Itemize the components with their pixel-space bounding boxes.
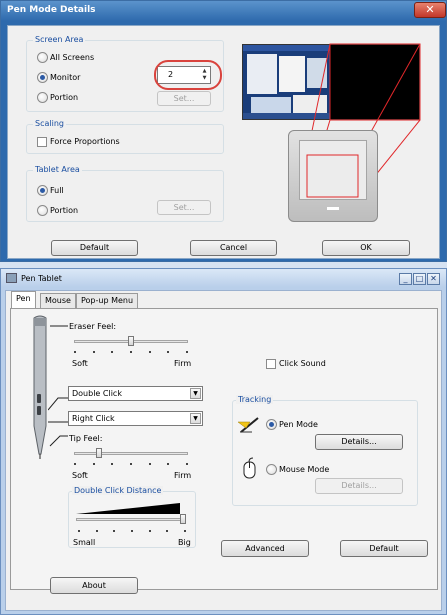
- dropdown-arrow-icon[interactable]: ▼: [190, 388, 201, 399]
- tab-pen[interactable]: Pen: [11, 291, 36, 309]
- distance-wedge-icon: [76, 503, 180, 514]
- mouse-mode-details-button[interactable]: Details...: [315, 478, 403, 494]
- tip-feel-track[interactable]: [74, 452, 188, 455]
- pen-icon: [33, 315, 47, 459]
- tablet-portion-label: Portion: [50, 206, 79, 215]
- pen-leader-lines: [48, 325, 68, 447]
- app-icon: [6, 273, 17, 283]
- click-sound-checkbox[interactable]: [266, 359, 276, 369]
- eraser-feel-label: Eraser Feel:: [69, 322, 117, 331]
- lower-side-switch-select[interactable]: Right Click ▼: [68, 411, 203, 426]
- eraser-firm-label: Firm: [174, 359, 192, 368]
- tablet-mapped-area: [306, 154, 359, 198]
- tip-feel-label: Tip Feel:: [69, 434, 103, 443]
- tablet-full-label: Full: [50, 186, 64, 195]
- mouse-mode-label: Mouse Mode: [279, 465, 330, 474]
- tip-firm-label: Firm: [174, 471, 192, 480]
- double-click-distance-track[interactable]: [76, 518, 186, 521]
- distance-big-label: Big: [178, 538, 191, 547]
- eraser-feel-ticks: [74, 351, 188, 353]
- maximize-button[interactable]: □: [413, 273, 426, 285]
- force-proportions-checkbox[interactable]: [37, 137, 47, 147]
- tablet-area-legend: Tablet Area: [33, 165, 82, 174]
- default-button[interactable]: Default: [340, 540, 428, 557]
- tip-soft-label: Soft: [72, 471, 88, 480]
- mouse-icon: [243, 457, 256, 479]
- monitor-radio[interactable]: [37, 72, 48, 83]
- pen-mode-label: Pen Mode: [279, 420, 318, 429]
- all-screens-label: All Screens: [50, 53, 95, 62]
- mouse-mode-radio[interactable]: [266, 464, 277, 475]
- lower-side-switch-value: Right Click: [72, 414, 115, 423]
- upper-side-switch-select[interactable]: Double Click ▼: [68, 386, 203, 401]
- close-button[interactable]: ✕: [427, 273, 440, 285]
- pen-mode-radio[interactable]: [266, 419, 277, 430]
- ok-button[interactable]: OK: [322, 240, 410, 256]
- advanced-button[interactable]: Advanced: [221, 540, 309, 557]
- tracking-legend: Tracking: [236, 395, 274, 404]
- pen-mode-details-button[interactable]: Details...: [315, 434, 403, 450]
- distance-small-label: Small: [73, 538, 96, 547]
- dropdown-arrow-icon[interactable]: ▼: [190, 413, 201, 424]
- screen-set-button[interactable]: Set...: [157, 91, 211, 106]
- highlight-circle: [154, 60, 222, 90]
- double-click-distance-ticks: [78, 530, 186, 532]
- eraser-soft-label: Soft: [72, 359, 88, 368]
- tablet-set-button[interactable]: Set...: [157, 200, 211, 215]
- monitor-label: Monitor: [50, 73, 81, 82]
- minimize-button[interactable]: _: [399, 273, 412, 285]
- default-button[interactable]: Default: [51, 240, 138, 256]
- tablet-logo: [327, 207, 339, 210]
- window-title: Pen Mode Details: [7, 5, 96, 15]
- tab-popup-menu[interactable]: Pop-up Menu: [76, 293, 139, 308]
- tablet-full-radio[interactable]: [37, 185, 48, 196]
- pen-mode-icon: [238, 417, 259, 433]
- eraser-feel-thumb[interactable]: [128, 336, 134, 346]
- screen-area-legend: Screen Area: [33, 35, 86, 44]
- force-proportions-label: Force Proportions: [50, 137, 120, 146]
- about-button[interactable]: About: [50, 577, 138, 594]
- all-screens-radio[interactable]: [37, 52, 48, 63]
- tip-feel-thumb[interactable]: [95, 448, 102, 458]
- upper-side-switch-value: Double Click: [72, 389, 122, 398]
- double-click-distance-thumb[interactable]: [180, 514, 186, 524]
- double-click-distance-legend: Double Click Distance: [72, 486, 164, 495]
- window-title: Pen Tablet: [21, 274, 62, 283]
- tip-feel-ticks: [74, 463, 188, 465]
- tab-mouse[interactable]: Mouse: [40, 293, 76, 308]
- scaling-legend: Scaling: [33, 119, 66, 128]
- tablet-portion-radio[interactable]: [37, 205, 48, 216]
- portion-radio[interactable]: [37, 92, 48, 103]
- click-sound-label: Click Sound: [279, 359, 326, 368]
- close-button[interactable]: ✕: [414, 2, 446, 18]
- cancel-button[interactable]: Cancel: [190, 240, 277, 256]
- portion-label: Portion: [50, 93, 79, 102]
